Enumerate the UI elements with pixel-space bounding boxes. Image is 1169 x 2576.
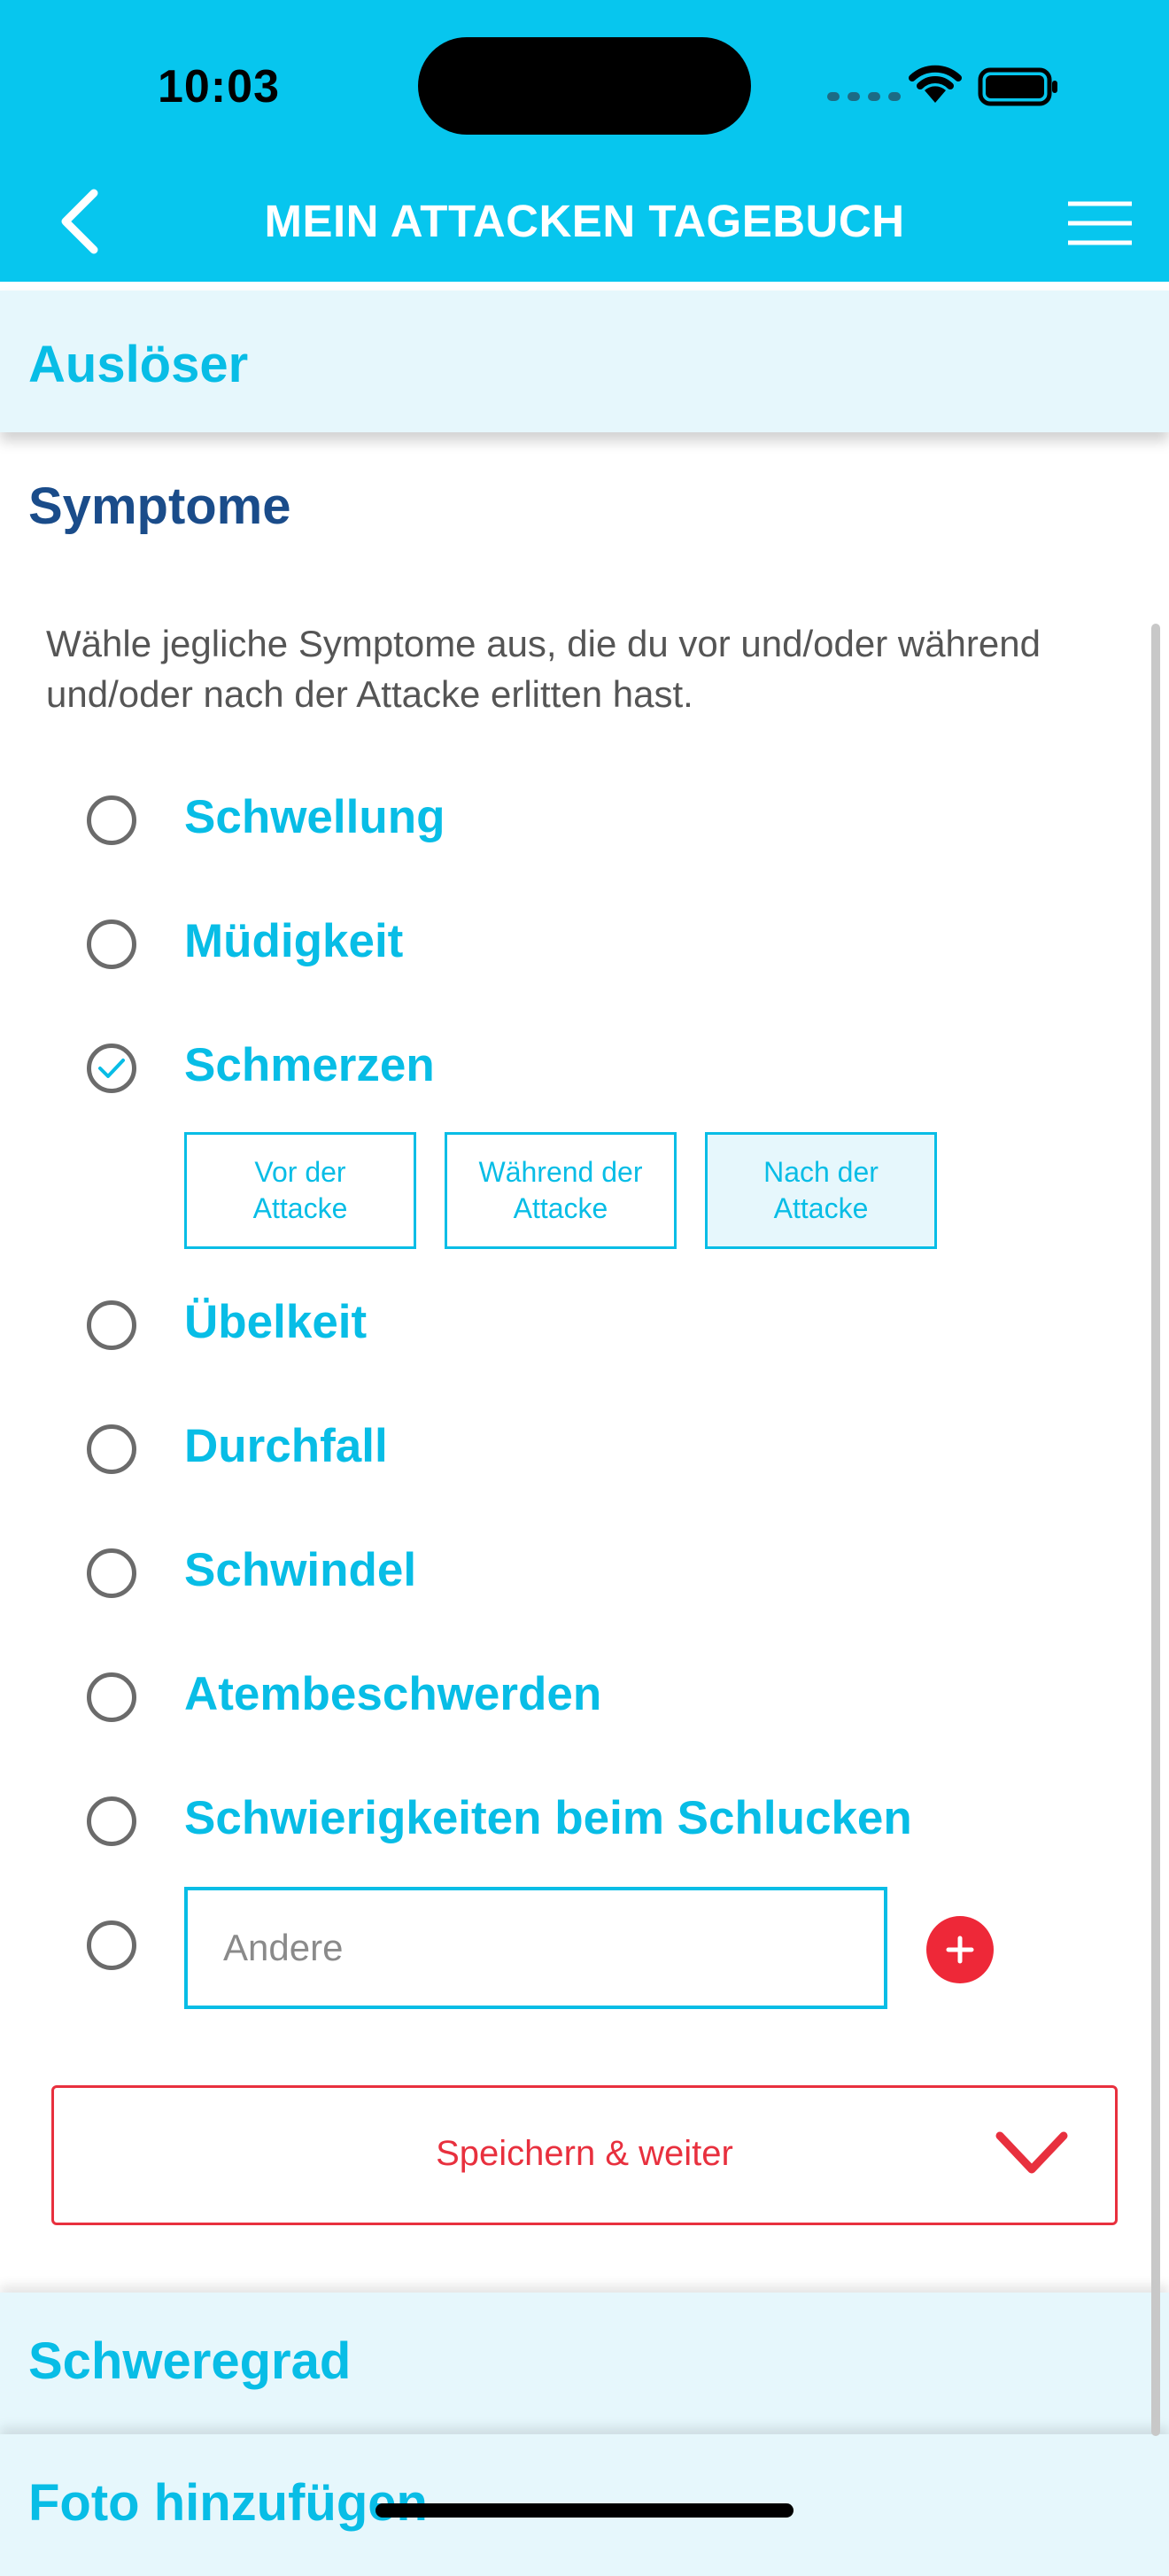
battery-icon — [978, 67, 1057, 106]
timing-line1: Nach der — [763, 1156, 879, 1188]
symptom-label: Müdigkeit — [184, 915, 404, 967]
add-symptom-button[interactable] — [926, 1916, 994, 1983]
symptom-label: Schwindel — [184, 1544, 417, 1596]
hamburger-menu-icon[interactable] — [1054, 197, 1139, 250]
timing-line2: Attacke — [252, 1192, 348, 1224]
timing-vor-der-attacke[interactable]: Vor der Attacke — [184, 1132, 416, 1249]
page-title: MEIN ATTACKEN TAGEBUCH — [264, 196, 905, 246]
app-header: 10:03 MEIN ATTACKEN TAGEBUCH — [0, 0, 1169, 282]
section-ausloeser[interactable]: Auslöser — [0, 291, 1169, 432]
symptom-label: Durchfall — [184, 1420, 388, 1472]
plus-icon — [946, 1936, 974, 1964]
wifi-icon — [909, 65, 962, 103]
symptome-description: Wähle jegliche Symptome aus, die du vor … — [46, 623, 1041, 715]
scrollbar[interactable] — [1151, 624, 1160, 2436]
section-schweregrad-label: Schweregrad — [28, 2332, 352, 2390]
symptome-title: Symptome — [28, 477, 291, 535]
other-symptom-input[interactable] — [184, 1887, 887, 2009]
radio-unchecked-icon[interactable] — [87, 1548, 136, 1598]
symptom-label: Schwierigkeiten beim Schlucken — [184, 1792, 912, 1844]
radio-unchecked-icon[interactable] — [87, 919, 136, 969]
section-schweregrad[interactable]: Schweregrad — [0, 2293, 1169, 2434]
dynamic-island — [418, 37, 751, 135]
status-time: 10:03 — [158, 61, 280, 113]
chevron-down-icon — [995, 2131, 1068, 2174]
timing-waehrend-der-attacke[interactable]: Während der Attacke — [445, 1132, 677, 1249]
radio-unchecked-icon[interactable] — [87, 1424, 136, 1474]
radio-unchecked-icon[interactable] — [87, 795, 136, 845]
symptom-label: Schmerzen — [184, 1039, 435, 1091]
home-indicator — [375, 2503, 794, 2518]
save-and-continue-button[interactable]: Speichern & weiter — [51, 2085, 1118, 2225]
radio-checked-icon[interactable] — [87, 1044, 136, 1093]
radio-unchecked-icon[interactable] — [87, 1920, 136, 1970]
checkmark-icon — [98, 1059, 125, 1078]
radio-unchecked-icon[interactable] — [87, 1672, 136, 1722]
symptom-label: Atembeschwerden — [184, 1668, 602, 1720]
symptom-label: Übelkeit — [184, 1296, 368, 1348]
cellular-signal-icon — [827, 92, 901, 101]
timing-line2: Attacke — [513, 1192, 608, 1224]
timing-line1: Während der — [478, 1156, 643, 1188]
save-button-label: Speichern & weiter — [436, 2134, 733, 2173]
symptom-label: Schwellung — [184, 791, 445, 843]
radio-unchecked-icon[interactable] — [87, 1796, 136, 1846]
timing-line2: Attacke — [773, 1192, 869, 1224]
timing-line1: Vor der — [254, 1156, 346, 1188]
timing-nach-der-attacke[interactable]: Nach der Attacke — [705, 1132, 937, 1249]
radio-unchecked-icon[interactable] — [87, 1300, 136, 1350]
section-foto-label: Foto hinzufügen — [28, 2474, 428, 2532]
section-ausloeser-label: Auslöser — [28, 336, 249, 393]
